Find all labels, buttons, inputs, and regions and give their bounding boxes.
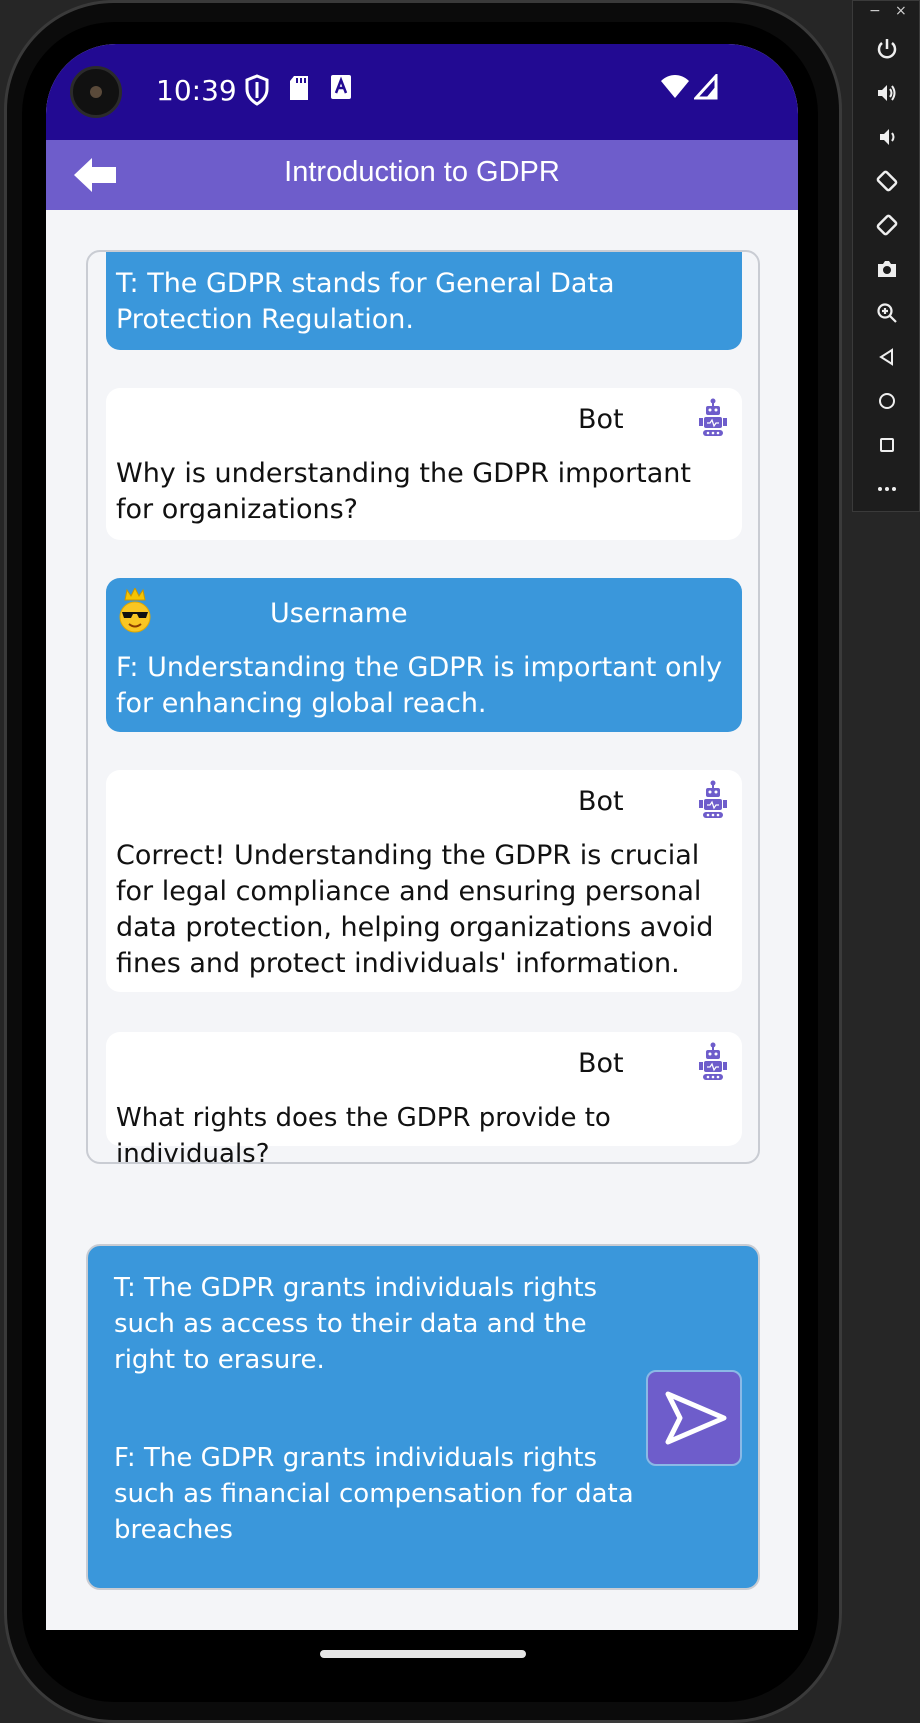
robot-icon: [699, 1042, 727, 1080]
more-button[interactable]: [867, 471, 907, 507]
rotate-left-icon: [876, 170, 898, 192]
sender-name: Bot: [578, 786, 624, 817]
chat-message-user: T: The GDPR stands for General Data Prot…: [106, 252, 742, 350]
answer-option-true[interactable]: T: The GDPR grants individuals rights su…: [114, 1270, 634, 1378]
send-button[interactable]: [646, 1370, 742, 1466]
zoom-icon: [877, 303, 897, 323]
page-title: Introduction to GDPR: [284, 156, 560, 188]
chat-message-bot: Bot What rights does the GDPR provide to…: [106, 1032, 742, 1169]
screenshot-button[interactable]: [867, 251, 907, 287]
app-bar: Introduction to GDPR: [46, 140, 798, 210]
volume-up-icon: [878, 85, 896, 101]
message-text: Why is understanding the GDPR important …: [116, 458, 692, 525]
overview-button[interactable]: [867, 427, 907, 463]
sd-card-icon: [290, 76, 308, 100]
emulator-side-panel: − ×: [852, 0, 920, 512]
rotate-right-button[interactable]: [867, 207, 907, 243]
message-text: T: The GDPR stands for General Data Prot…: [116, 268, 615, 335]
chat-message-bot: Bot Why is understanding the GDPR import…: [106, 388, 742, 540]
chat-history[interactable]: T: The GDPR stands for General Data Prot…: [86, 250, 760, 1169]
app-screen: 10:39 Introduction to GDPR T: The GDPR s: [46, 44, 798, 1630]
volume-down-button[interactable]: [867, 119, 907, 155]
sender-name: Bot: [578, 1048, 624, 1079]
status-time: 10:39: [156, 74, 237, 107]
power-icon: [877, 39, 897, 59]
home-icon: [879, 393, 895, 409]
camera-icon: [878, 261, 896, 277]
robot-icon: [699, 780, 727, 818]
message-text: Correct! Understanding the GDPR is cruci…: [116, 840, 714, 979]
answer-option-false[interactable]: F: The GDPR grants individuals rights su…: [114, 1440, 634, 1548]
minimize-button[interactable]: −: [869, 3, 881, 19]
sender-name: Username: [270, 598, 408, 629]
front-camera: [70, 66, 122, 118]
overview-icon: [880, 438, 894, 452]
back-button[interactable]: [867, 339, 907, 375]
user-avatar-icon: [119, 588, 151, 633]
sender-name: Bot: [578, 404, 624, 435]
chat-message-bot: Bot Correct! Understanding the GDPR is c…: [106, 770, 742, 992]
volume-up-button[interactable]: [867, 75, 907, 111]
back-icon: [879, 348, 893, 366]
window-controls: − ×: [853, 1, 920, 25]
rotate-right-icon: [876, 214, 898, 236]
rotate-left-button[interactable]: [867, 163, 907, 199]
status-bar: 10:39: [46, 44, 798, 140]
volume-down-icon: [880, 129, 895, 145]
signal-icon: [694, 74, 718, 100]
message-text: What rights does the GDPR provide to ind…: [116, 1103, 611, 1169]
zoom-button[interactable]: [867, 295, 907, 331]
answer-panel: T: The GDPR grants individuals rights su…: [86, 1244, 760, 1590]
chat-message-user: Username F: Understanding the GDPR is im…: [106, 578, 742, 732]
send-icon: [665, 1391, 727, 1445]
home-button[interactable]: [867, 383, 907, 419]
more-icon: [878, 487, 896, 491]
power-button[interactable]: [867, 31, 907, 67]
wifi-icon: [661, 75, 689, 98]
shield-icon: [245, 74, 269, 106]
robot-icon: [699, 398, 727, 436]
text-accessibility-icon: [331, 75, 351, 99]
close-button[interactable]: ×: [895, 3, 907, 19]
message-text: F: Understanding the GDPR is important o…: [116, 652, 723, 719]
home-gesture-bar[interactable]: [320, 1650, 526, 1658]
